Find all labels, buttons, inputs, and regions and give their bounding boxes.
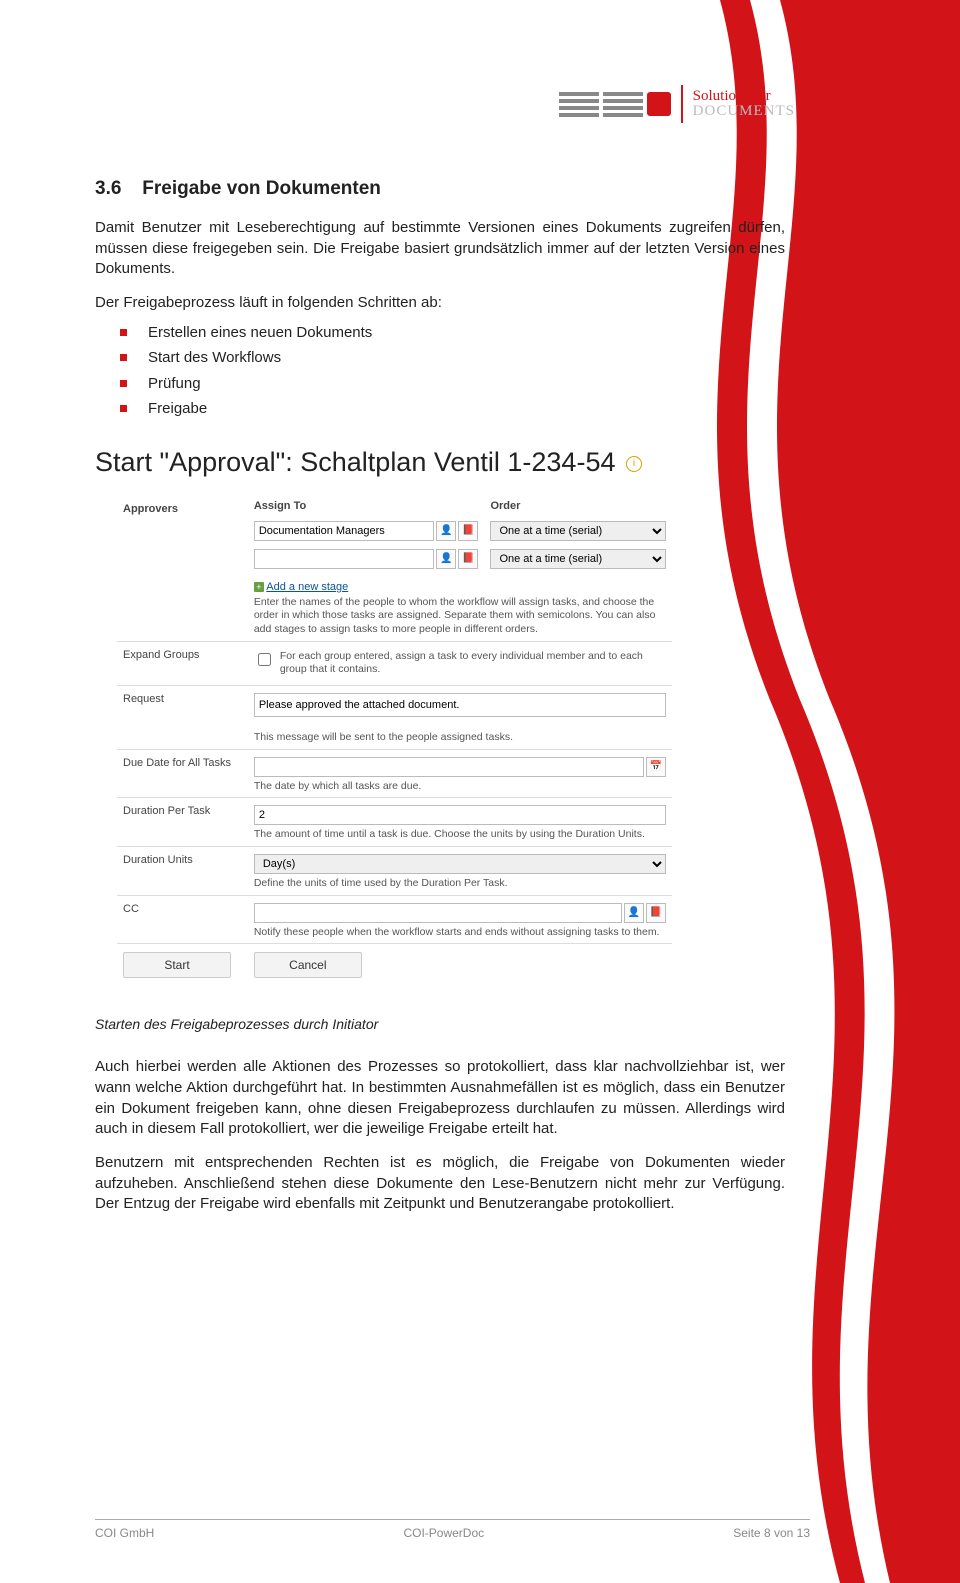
duration-units-label: Duration Units xyxy=(117,846,248,895)
logo-letter-o xyxy=(603,92,643,117)
dialog-title: Start "Approval": Schaltplan Ventil 1-23… xyxy=(95,447,785,478)
order-header: Order xyxy=(484,496,672,517)
list-item: Prüfung xyxy=(120,371,785,397)
figure-caption: Starten des Freigabeprozesses durch Init… xyxy=(95,1016,785,1032)
logo-divider xyxy=(681,85,683,123)
addressbook-icon[interactable]: 📕 xyxy=(458,549,478,569)
assign-to-header: Assign To xyxy=(248,496,485,517)
add-stage-icon: + xyxy=(254,582,264,592)
due-date-hint: The date by which all tasks are due. xyxy=(254,780,666,794)
footer-page-info: Seite 8 von 13 xyxy=(733,1526,810,1540)
section-title: Freigabe von Dokumenten xyxy=(142,178,381,199)
list-item: Start des Workflows xyxy=(120,345,785,371)
cancel-button[interactable]: Cancel xyxy=(254,952,362,978)
expand-groups-label: Expand Groups xyxy=(117,641,248,685)
approval-form-screenshot: Approvers Assign To Order 👤 📕 xyxy=(117,496,672,986)
intro-paragraph-1: Damit Benutzer mit Leseberechtigung auf … xyxy=(95,218,785,280)
page: Solutions for DOCUMENTS 3.6 Freigabe von… xyxy=(0,0,960,1583)
approvers-label: Approvers xyxy=(117,496,248,517)
logo: Solutions for DOCUMENTS xyxy=(95,85,795,123)
slogan-line2: DOCUMENTS xyxy=(693,104,795,119)
order-select-1[interactable]: One at a time (serial) xyxy=(490,521,666,541)
logo-letter-i xyxy=(647,92,671,116)
list-item: Freigabe xyxy=(120,396,785,422)
duration-per-task-label: Duration Per Task xyxy=(117,798,248,847)
footer-product: COI-PowerDoc xyxy=(403,1526,484,1540)
slogan-line1: Solutions for xyxy=(693,89,795,104)
order-select-2[interactable]: One at a time (serial) xyxy=(490,549,666,569)
page-footer: COI GmbH COI-PowerDoc Seite 8 von 13 xyxy=(95,1519,810,1540)
add-stage-link[interactable]: Add a new stage xyxy=(266,581,348,593)
request-hint: This message will be sent to the people … xyxy=(254,731,666,745)
expand-groups-checkbox[interactable] xyxy=(258,653,271,666)
section-number: 3.6 xyxy=(95,178,137,200)
duration-units-select[interactable]: Day(s) xyxy=(254,854,666,874)
people-picker-icon[interactable]: 👤 xyxy=(436,521,456,541)
approvers-hint: Enter the names of the people to whom th… xyxy=(254,596,666,637)
body-paragraph-2: Auch hierbei werden alle Aktionen des Pr… xyxy=(95,1057,785,1140)
addressbook-icon[interactable]: 📕 xyxy=(458,521,478,541)
cc-input[interactable] xyxy=(254,903,622,923)
addressbook-icon[interactable]: 📕 xyxy=(646,903,666,923)
cc-hint: Notify these people when the workflow st… xyxy=(254,926,666,940)
assign-to-input-2[interactable] xyxy=(254,549,435,569)
request-input[interactable] xyxy=(254,693,666,717)
duration-hint: The amount of time until a task is due. … xyxy=(254,828,666,842)
start-button[interactable]: Start xyxy=(123,952,231,978)
people-picker-icon[interactable]: 👤 xyxy=(436,549,456,569)
due-date-input[interactable] xyxy=(254,757,644,777)
footer-company: COI GmbH xyxy=(95,1526,154,1540)
duration-input[interactable] xyxy=(254,805,666,825)
due-date-label: Due Date for All Tasks xyxy=(117,749,248,798)
info-icon: i xyxy=(626,456,642,472)
calendar-icon[interactable]: 📅 xyxy=(646,757,666,777)
request-label: Request xyxy=(117,685,248,749)
list-item: Erstellen eines neuen Dokuments xyxy=(120,320,785,346)
expand-groups-hint: For each group entered, assign a task to… xyxy=(280,650,666,677)
process-steps-list: Erstellen eines neuen Dokuments Start de… xyxy=(120,320,785,422)
cc-label: CC xyxy=(117,895,248,944)
people-picker-icon[interactable]: 👤 xyxy=(624,903,644,923)
section-heading: 3.6 Freigabe von Dokumenten xyxy=(95,178,785,200)
assign-to-input-1[interactable] xyxy=(254,521,435,541)
logo-letter-c xyxy=(559,92,599,117)
body-paragraph-3: Benutzern mit entsprechenden Rechten ist… xyxy=(95,1153,785,1215)
duration-units-hint: Define the units of time used by the Dur… xyxy=(254,877,666,891)
intro-paragraph-2: Der Freigabeprozess läuft in folgenden S… xyxy=(95,293,785,314)
